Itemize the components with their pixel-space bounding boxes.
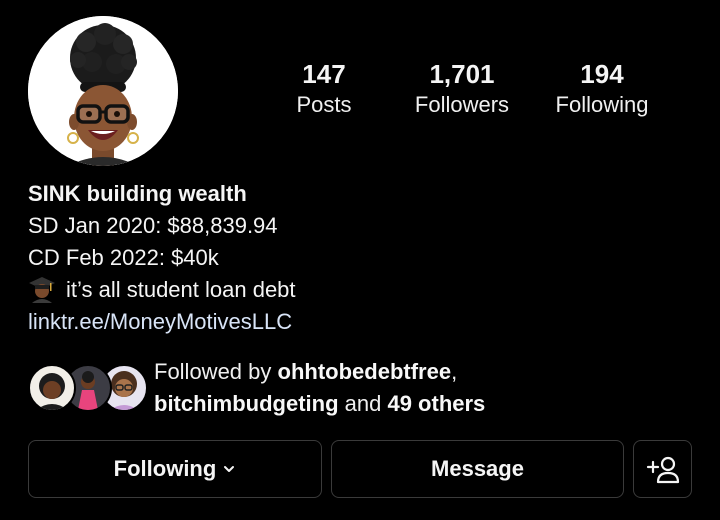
profile-name: SINK building wealth <box>28 181 247 206</box>
graduate-emoji-icon <box>29 277 55 303</box>
bio-link[interactable]: linktr.ee/MoneyMotivesLLC <box>28 306 708 338</box>
profile-avatar[interactable] <box>28 16 178 166</box>
add-person-icon <box>645 454 681 484</box>
mutual-follower-avatar <box>28 364 76 412</box>
followed-by-and: and <box>338 391 388 416</box>
bio-line: SD Jan 2020: $88,839.94 <box>28 213 278 238</box>
mutual-others-count[interactable]: 49 others <box>387 391 485 416</box>
profile-page: 147 Posts 1,701 Followers 194 Following … <box>0 0 720 520</box>
followers-stat[interactable]: 1,701 Followers <box>398 58 526 120</box>
mutual-username[interactable]: bitchimbudgeting <box>154 391 339 416</box>
following-button[interactable]: Following <box>28 440 322 498</box>
bio-line-text: it’s all student loan debt <box>66 277 296 302</box>
followers-label: Followers <box>414 92 510 117</box>
following-label: Following <box>555 92 649 117</box>
following-stat[interactable]: 194 Following <box>540 58 664 120</box>
followed-by-separator: , <box>451 359 458 384</box>
following-count: 194 <box>580 59 624 89</box>
followed-by-text: Followed by ohhtobedebtfree, bitchimbudg… <box>154 356 485 420</box>
followed-by-prefix: Followed by <box>154 359 278 384</box>
memoji-avatar-image <box>28 16 178 166</box>
bio-line: CD Feb 2022: $40k <box>28 245 219 270</box>
following-button-label: Following <box>113 456 217 481</box>
posts-count: 147 <box>302 59 346 89</box>
add-person-button[interactable] <box>633 440 692 498</box>
mutual-username[interactable]: ohhtobedebtfree <box>278 359 452 384</box>
message-button[interactable]: Message <box>331 440 624 498</box>
profile-bio: SINK building wealth SD Jan 2020: $88,83… <box>28 178 708 338</box>
followed-by-section[interactable]: Followed by ohhtobedebtfree, bitchimbudg… <box>28 356 708 420</box>
followers-count: 1,701 <box>429 59 495 89</box>
bio-line-with-emoji: it’s all student loan debt <box>28 274 708 306</box>
message-button-label: Message <box>431 456 524 481</box>
posts-stat[interactable]: 147 Posts <box>274 58 374 120</box>
posts-label: Posts <box>296 92 352 117</box>
chevron-down-icon <box>224 466 235 472</box>
